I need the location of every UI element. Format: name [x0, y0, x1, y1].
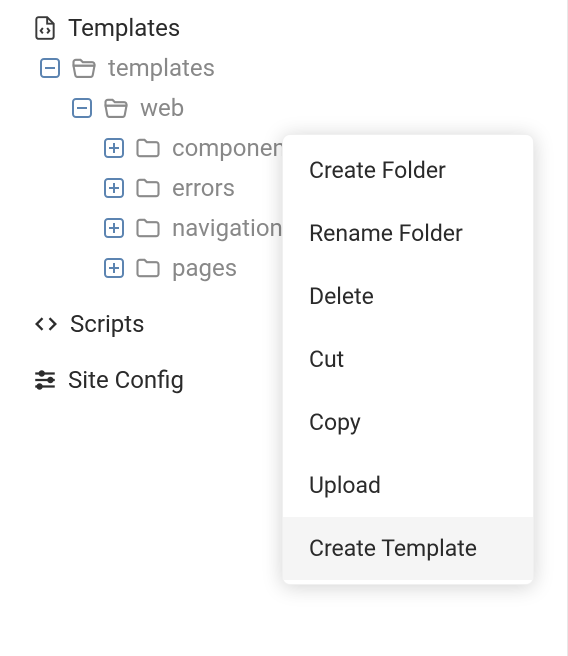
tree-item-label: navigation — [172, 216, 283, 240]
templates-section-label: Templates — [68, 16, 180, 40]
siteconfig-section-label: Site Config — [68, 368, 184, 392]
folder-open-icon — [70, 54, 98, 82]
tree-item-web[interactable]: web — [0, 88, 567, 128]
menu-item-rename-folder[interactable]: Rename Folder — [283, 202, 533, 265]
folder-icon — [134, 214, 162, 242]
menu-item-cut[interactable]: Cut — [283, 328, 533, 391]
menu-item-create-folder[interactable]: Create Folder — [283, 139, 533, 202]
folder-icon — [134, 174, 162, 202]
expand-icon[interactable] — [104, 218, 124, 238]
folder-icon — [134, 134, 162, 162]
menu-item-upload[interactable]: Upload — [283, 454, 533, 517]
folder-icon — [134, 254, 162, 282]
templates-section-header[interactable]: Templates — [0, 8, 567, 48]
expand-icon[interactable] — [104, 178, 124, 198]
menu-item-create-template[interactable]: Create Template — [283, 517, 533, 580]
tree-item-label: errors — [172, 176, 235, 200]
code-icon — [32, 310, 60, 338]
collapse-icon[interactable] — [40, 58, 60, 78]
tree-item-label: templates — [108, 56, 215, 80]
expand-icon[interactable] — [104, 138, 124, 158]
context-menu: Create Folder Rename Folder Delete Cut C… — [282, 134, 534, 585]
menu-item-copy[interactable]: Copy — [283, 391, 533, 454]
expand-icon[interactable] — [104, 258, 124, 278]
sliders-icon — [32, 367, 58, 393]
folder-open-icon — [102, 94, 130, 122]
sidebar: Templates templates web components error… — [0, 0, 568, 656]
code-file-icon — [32, 15, 58, 41]
menu-item-delete[interactable]: Delete — [283, 265, 533, 328]
tree-item-templates[interactable]: templates — [0, 48, 567, 88]
tree-item-label: web — [140, 96, 184, 120]
scripts-section-label: Scripts — [70, 312, 145, 336]
tree-item-label: pages — [172, 256, 237, 280]
collapse-icon[interactable] — [72, 98, 92, 118]
